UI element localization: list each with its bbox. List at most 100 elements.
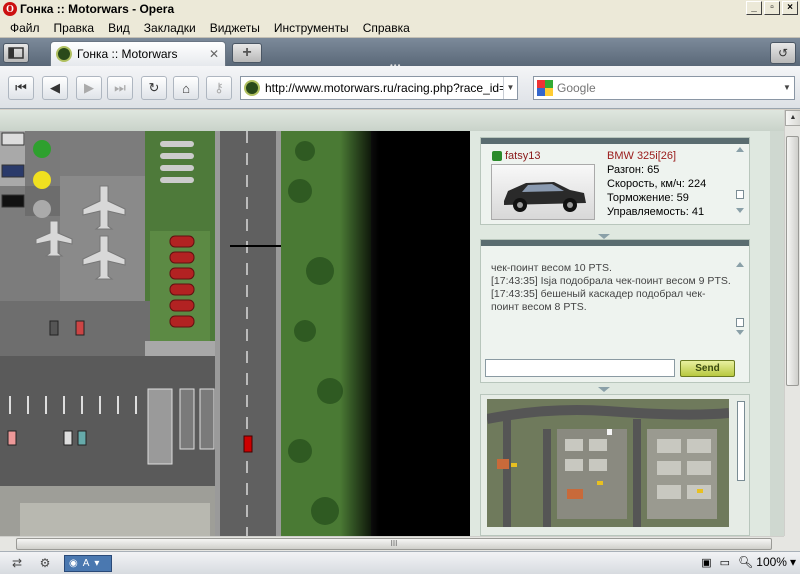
rewind-button[interactable]: ⏮	[8, 76, 34, 100]
chevron-down-icon: ▾	[789, 555, 796, 569]
scroll-thumb[interactable]	[736, 318, 744, 327]
panel-toggle-button[interactable]	[3, 43, 29, 63]
search-dropdown-icon[interactable]: ▼	[780, 77, 794, 99]
car-image	[491, 164, 595, 220]
menu-tools[interactable]: Инструменты	[267, 21, 356, 35]
minimap-scrollbar[interactable]	[736, 401, 746, 481]
menu-edit[interactable]: Правка	[47, 21, 102, 35]
page-viewport: fatsy13 BMW 325i[26] Разгон: 65 Скорость…	[0, 110, 784, 536]
car-picture	[504, 182, 586, 212]
google-icon	[537, 80, 553, 96]
panel-header-bar	[481, 240, 749, 246]
vertical-scroll-thumb[interactable]	[786, 136, 799, 386]
scroll-up-icon[interactable]	[736, 147, 744, 152]
fog-of-war	[340, 131, 470, 536]
menu-bookmarks[interactable]: Закладки	[137, 21, 203, 35]
stat-speed: Скорость, км/ч: 224	[607, 178, 707, 190]
address-bar[interactable]: http://www.motorwars.ru/racing.php?race_…	[240, 76, 518, 100]
menu-file[interactable]: Файл	[3, 21, 47, 35]
window-title: Гонка :: Motorwars - Opera	[20, 2, 175, 16]
rewind-icon: ⏮	[15, 80, 27, 95]
zoom-control[interactable]: 🔍︎ 100% ▾	[738, 555, 796, 569]
panel-divider-arrow-icon	[598, 387, 610, 392]
new-tab-button[interactable]: +	[232, 43, 262, 63]
home-button[interactable]: ⌂	[173, 76, 199, 100]
forward-button[interactable]: ▶	[76, 76, 102, 100]
car-name[interactable]: BMW 325i[26]	[607, 150, 676, 162]
minimap-panel	[480, 394, 750, 536]
reload-icon: ↻	[148, 80, 160, 95]
language-label: A	[82, 557, 90, 569]
panel-icon	[8, 47, 24, 59]
site-favicon-icon	[244, 80, 260, 96]
scroll-thumb[interactable]	[736, 190, 744, 199]
chevron-down-icon: ▾	[94, 557, 100, 569]
opera-logo-icon: O	[3, 2, 17, 16]
chat-input[interactable]	[485, 359, 675, 377]
search-bar[interactable]: ▼	[533, 76, 795, 100]
navigation-bar: ⏮ ◀ ▶ ⏭ ↻ ⌂ ⚷ http://www.motorwars.ru/ra…	[0, 66, 800, 109]
close-window-button[interactable]: ×	[782, 1, 798, 15]
scroll-up-icon[interactable]	[736, 262, 744, 267]
scrollbar-corner	[784, 536, 800, 551]
address-dropdown-icon[interactable]: ▼	[503, 77, 517, 99]
closed-tabs-button[interactable]: ↺	[770, 42, 796, 64]
tab-motorwars[interactable]: Гонка :: Motorwars ✕	[50, 41, 226, 66]
minimap-graphic	[487, 399, 729, 527]
status-bar: ⇄ ⚙ ◉ A ▾ ▣ ▭ 🔍︎ 100% ▾	[0, 551, 800, 574]
view-icon[interactable]: ▭	[720, 556, 730, 569]
sync-icon[interactable]: ⇄	[6, 555, 28, 571]
scroll-down-icon[interactable]	[736, 208, 744, 213]
player-name[interactable]: fatsy13	[492, 150, 540, 162]
title-bar: O Гонка :: Motorwars - Opera _ ▫ ×	[0, 0, 800, 18]
chat-log: чек-поинт весом 10 PTS. [17:43:35] Isja …	[491, 262, 731, 314]
globe-icon: ◉	[69, 557, 78, 569]
maximize-button[interactable]: ▫	[764, 1, 780, 15]
zoom-level: 100%	[756, 555, 787, 569]
menu-bar: Файл Правка Вид Закладки Виджеты Инструм…	[0, 18, 800, 38]
vertical-scrollbar[interactable]: ▲	[784, 110, 800, 536]
race-map[interactable]	[0, 131, 470, 536]
magnifier-icon: 🔍︎	[738, 555, 754, 569]
tab-close-icon[interactable]: ✕	[209, 47, 219, 61]
menu-widgets[interactable]: Виджеты	[203, 21, 267, 35]
menu-help[interactable]: Справка	[356, 21, 417, 35]
back-arrow-icon: ◀	[50, 80, 60, 95]
chat-line: [17:43:35] Isja подобрала чек-поинт весо…	[491, 275, 731, 287]
fast-forward-icon: ⏭	[114, 80, 126, 95]
wand-button[interactable]: ⚷	[206, 76, 232, 100]
side-panel: fatsy13 BMW 325i[26] Разгон: 65 Скорость…	[470, 131, 770, 536]
reload-button[interactable]: ↻	[141, 76, 167, 100]
scroll-up-arrow-icon[interactable]: ▲	[785, 110, 800, 126]
forward-arrow-icon: ▶	[84, 80, 94, 95]
minimap[interactable]	[487, 399, 729, 527]
player-scrollbar[interactable]	[735, 147, 745, 213]
search-input[interactable]	[557, 81, 757, 95]
scroll-down-icon[interactable]	[736, 330, 744, 335]
home-icon: ⌂	[182, 80, 190, 96]
stat-braking: Торможение: 59	[607, 192, 689, 204]
player-name-label: fatsy13	[505, 150, 541, 162]
horizontal-scrollbar[interactable]: III	[0, 536, 784, 551]
back-button[interactable]: ◀	[42, 76, 68, 100]
fast-forward-button[interactable]: ⏭	[107, 76, 133, 100]
chat-panel: чек-поинт весом 10 PTS. [17:43:35] Isja …	[480, 239, 750, 383]
chat-scrollbar[interactable]	[735, 262, 745, 335]
url-field[interactable]: http://www.motorwars.ru/racing.php?race_…	[265, 81, 505, 95]
tab-title: Гонка :: Motorwars	[77, 47, 178, 61]
horizontal-scroll-thumb[interactable]: III	[16, 538, 772, 550]
player-info-panel: fatsy13 BMW 325i[26] Разгон: 65 Скорость…	[480, 137, 750, 225]
key-icon: ⚷	[214, 80, 224, 95]
send-button[interactable]: Send	[680, 360, 735, 377]
menu-view[interactable]: Вид	[101, 21, 137, 35]
language-selector[interactable]: ◉ A ▾	[64, 554, 112, 572]
minimize-button[interactable]: _	[746, 1, 762, 15]
chat-line: чек-поинт весом 10 PTS.	[491, 262, 612, 274]
scroll-thumb[interactable]	[737, 401, 745, 481]
turbo-icon[interactable]: ▣	[701, 556, 711, 569]
stat-acceleration: Разгон: 65	[607, 164, 660, 176]
tab-bar: Гонка :: Motorwars ✕ + ••• ↺	[0, 38, 800, 70]
window-controls: _ ▫ ×	[746, 1, 798, 15]
chat-line: [17:43:35] бешеный каскадер подобрал чек…	[491, 288, 706, 313]
unite-icon[interactable]: ⚙	[34, 555, 56, 571]
